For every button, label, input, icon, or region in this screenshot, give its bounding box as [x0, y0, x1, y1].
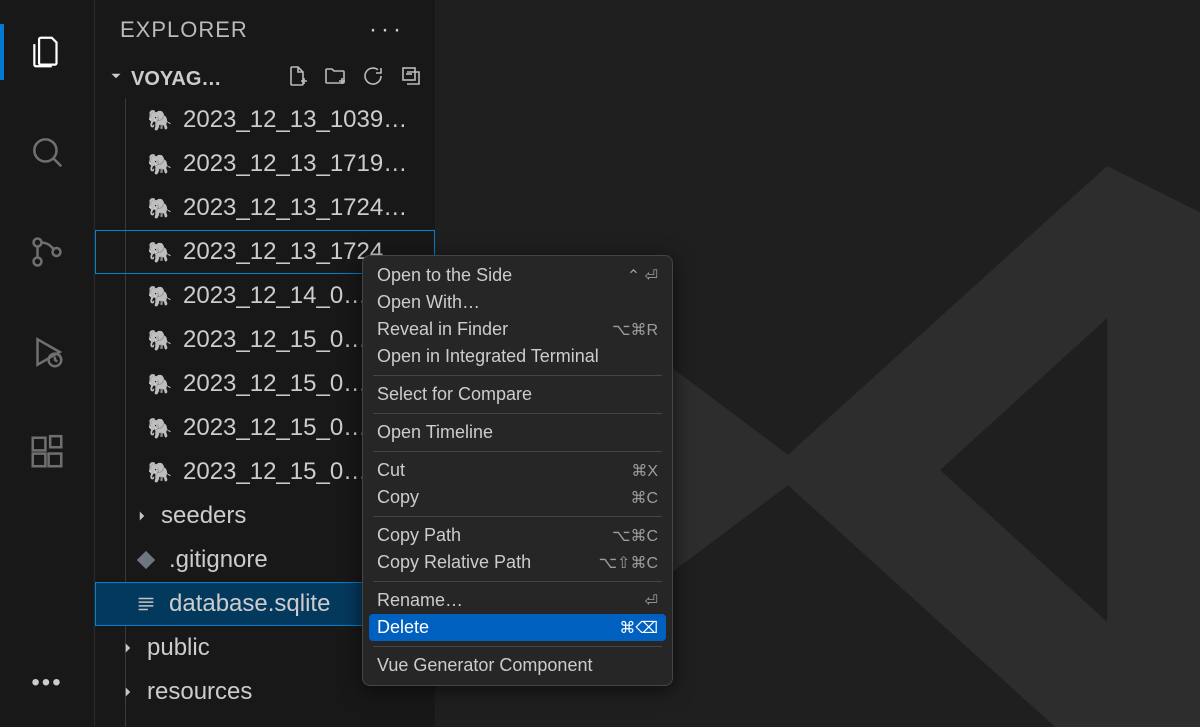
database-icon — [133, 593, 159, 615]
context-menu-item[interactable]: Reveal in Finder ⌥⌘R — [363, 316, 672, 343]
collapse-all-icon[interactable] — [399, 64, 423, 94]
gitignore-icon — [133, 549, 159, 571]
active-indicator — [0, 24, 4, 80]
context-menu-item[interactable]: Delete ⌘⌫ — [369, 614, 666, 641]
file-label: 2023_12_13_1724… — [183, 194, 407, 222]
menu-item-label: Cut — [377, 460, 405, 481]
php-file-icon: 🐘 — [147, 284, 173, 309]
menu-item-label: Vue Generator Component — [377, 655, 592, 676]
php-file-icon: 🐘 — [147, 328, 173, 353]
search-icon[interactable] — [19, 124, 75, 180]
php-file-icon: 🐘 — [147, 152, 173, 177]
source-control-icon[interactable] — [19, 224, 75, 280]
context-menu-item[interactable]: Select for Compare — [363, 381, 672, 408]
context-menu-item[interactable]: Rename… ⏎ — [363, 587, 672, 614]
context-menu-item[interactable]: Open With… — [363, 289, 672, 316]
file-label: .gitignore — [169, 546, 268, 574]
menu-item-label: Select for Compare — [377, 384, 532, 405]
context-menu-item[interactable]: Vue Generator Component — [363, 652, 672, 679]
menu-separator — [373, 581, 662, 582]
menu-item-label: Open With… — [377, 292, 480, 313]
chevron-right-icon — [119, 639, 137, 657]
menu-item-shortcut: ⌃ ⏎ — [627, 266, 658, 286]
file-label: 2023_12_13_1039… — [183, 106, 407, 134]
menu-item-shortcut: ⏎ — [645, 591, 658, 611]
php-file-icon: 🐘 — [147, 108, 173, 133]
menu-separator — [373, 375, 662, 376]
file-label: 2023_12_15_0… — [183, 326, 367, 354]
menu-item-label: Open in Integrated Terminal — [377, 346, 599, 367]
file-label: resources — [147, 678, 252, 706]
context-menu-item[interactable]: Open Timeline — [363, 419, 672, 446]
menu-item-shortcut: ⌥⌘R — [612, 320, 658, 340]
run-debug-icon[interactable] — [19, 324, 75, 380]
context-menu: Open to the Side ⌃ ⏎ Open With… Reveal in F… — [362, 255, 673, 686]
menu-item-label: Reveal in Finder — [377, 319, 508, 340]
chevron-right-icon — [119, 683, 137, 701]
workspace-header[interactable]: VOYAG… — [95, 60, 435, 98]
php-file-icon: 🐘 — [147, 240, 173, 265]
php-file-icon: 🐘 — [147, 372, 173, 397]
explorer-header: EXPLORER ··· — [95, 0, 435, 60]
activity-bar: ••• — [0, 0, 95, 727]
context-menu-item[interactable]: Open in Integrated Terminal — [363, 343, 672, 370]
php-file-icon: 🐘 — [147, 460, 173, 485]
new-folder-icon[interactable] — [323, 64, 347, 94]
file-label: 2023_12_13_1719… — [183, 150, 407, 178]
file-item[interactable]: 🐘 2023_12_13_1039… — [95, 98, 435, 142]
context-menu-item[interactable]: Cut ⌘X — [363, 457, 672, 484]
app-root: ••• EXPLORER ··· VOYAG… 🐘 2023_12_13_1039… — [0, 0, 1200, 727]
file-label: 2023_12_15_0… — [183, 370, 367, 398]
php-file-icon: 🐘 — [147, 196, 173, 221]
explorer-icon[interactable] — [19, 24, 75, 80]
file-label: seeders — [161, 502, 246, 530]
menu-separator — [373, 516, 662, 517]
chevron-right-icon — [133, 507, 151, 525]
context-menu-item[interactable]: Open to the Side ⌃ ⏎ — [363, 262, 672, 289]
more-icon[interactable]: ••• — [31, 669, 62, 697]
file-item[interactable]: 🐘 2023_12_13_1724… — [95, 186, 435, 230]
menu-item-shortcut: ⌥⇧⌘C — [599, 553, 658, 573]
menu-item-label: Rename… — [377, 590, 463, 611]
menu-item-shortcut: ⌥⌘C — [612, 526, 658, 546]
workspace-actions — [285, 64, 423, 94]
refresh-icon[interactable] — [361, 64, 385, 94]
file-label: 2023_12_14_0… — [183, 282, 367, 310]
menu-item-label: Open to the Side — [377, 265, 512, 286]
file-label: 2023_12_15_0… — [183, 414, 367, 442]
file-label: 2023_12_15_0… — [183, 458, 367, 486]
file-label: public — [147, 634, 210, 662]
context-menu-item[interactable]: Copy Path ⌥⌘C — [363, 522, 672, 549]
menu-item-label: Open Timeline — [377, 422, 493, 443]
menu-item-label: Copy Path — [377, 525, 461, 546]
menu-item-label: Copy Relative Path — [377, 552, 531, 573]
menu-item-shortcut: ⌘C — [630, 488, 658, 508]
menu-separator — [373, 413, 662, 414]
workspace-name: VOYAG… — [131, 68, 221, 91]
context-menu-item[interactable]: Copy ⌘C — [363, 484, 672, 511]
file-item[interactable]: 🐘 2023_12_13_1719… — [95, 142, 435, 186]
file-label: database.sqlite — [169, 590, 330, 618]
menu-separator — [373, 451, 662, 452]
explorer-title: EXPLORER — [120, 17, 248, 43]
menu-separator — [373, 646, 662, 647]
php-file-icon: 🐘 — [147, 416, 173, 441]
explorer-more-icon[interactable]: ··· — [369, 16, 415, 44]
new-file-icon[interactable] — [285, 64, 309, 94]
menu-item-label: Copy — [377, 487, 419, 508]
menu-item-label: Delete — [377, 617, 429, 638]
context-menu-item[interactable]: Copy Relative Path ⌥⇧⌘C — [363, 549, 672, 576]
menu-item-shortcut: ⌘⌫ — [619, 618, 658, 638]
extensions-icon[interactable] — [19, 424, 75, 480]
chevron-down-icon — [107, 67, 125, 91]
menu-item-shortcut: ⌘X — [631, 461, 658, 481]
